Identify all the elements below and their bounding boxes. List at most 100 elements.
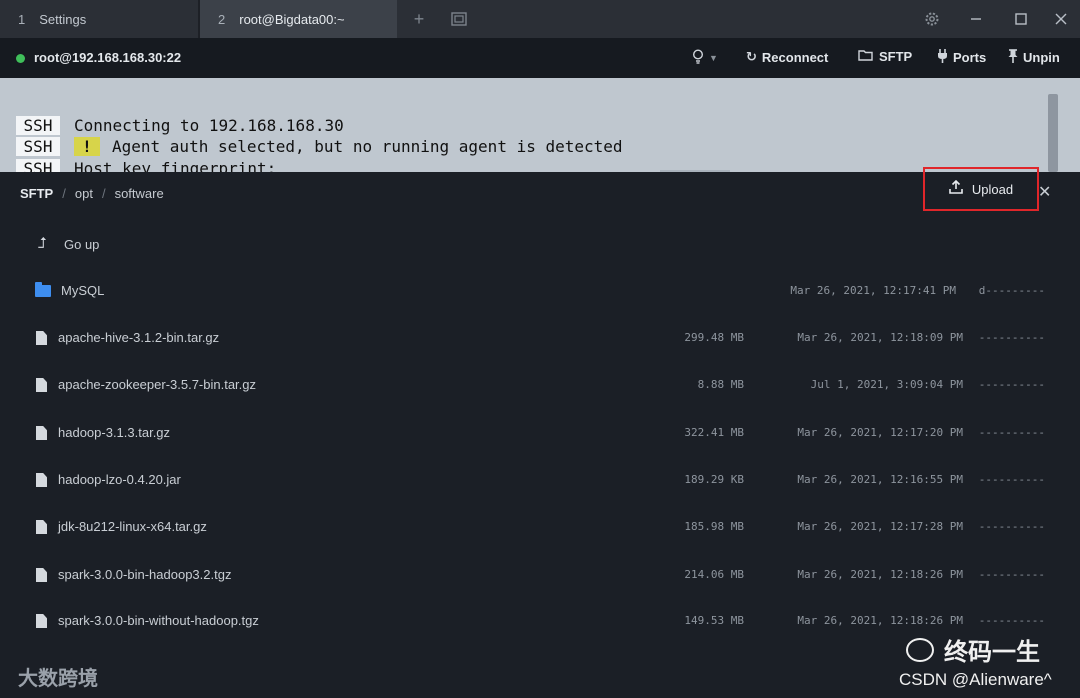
entry-permissions: ---------- [978, 378, 1045, 391]
terminal-output[interactable]: SSH Connecting to 192.168.168.30 SSH! Agen… [0, 78, 1080, 172]
entry-permissions: ---------- [978, 520, 1045, 533]
terminal-line: SSH Host key fingerprint: [16, 159, 276, 172]
pin-icon [1008, 49, 1018, 66]
sftp-panel: SFTP / opt / software Upload ✕ ⮥ Go up M… [0, 167, 1080, 698]
reconnect-label: Reconnect [761, 49, 829, 65]
window-icon[interactable] [446, 0, 472, 38]
file-icon [36, 426, 47, 440]
upload-icon [949, 179, 963, 198]
terminal-line: SSH! Agent auth selected, but no running … [16, 137, 623, 156]
ports-label: Ports [953, 50, 987, 65]
entry-name: apache-hive-3.1.2-bin.tar.gz [58, 330, 220, 345]
entry-date: Mar 26, 2021, 12:17:28 PM [797, 520, 963, 533]
session-toolbar: root@192.168.168.30:22 ▼ ↻ Reconnect SFT… [0, 38, 1080, 78]
terminal-line-text: Agent auth selected, but no running agen… [112, 137, 623, 156]
watermark-left: 大数跨境 [18, 668, 98, 690]
list-item[interactable]: MySQL Mar 26, 2021, 12:17:41 PM d-------… [0, 269, 1080, 315]
terminal-line-text: Connecting to 192.168.168.30 [74, 116, 344, 135]
sftp-button[interactable]: SFTP [858, 49, 912, 64]
breadcrumb-item[interactable]: opt [75, 186, 93, 201]
gear-icon[interactable] [917, 0, 947, 38]
ssh-tag: SSH [16, 137, 60, 156]
close-sftp-icon[interactable]: ✕ [1038, 182, 1051, 202]
terminal-line: SSH Connecting to 192.168.168.30 [16, 116, 344, 135]
file-icon [36, 614, 47, 628]
maximize-icon[interactable] [1006, 0, 1036, 38]
entry-permissions: ---------- [978, 568, 1045, 581]
watermark-csdn: CSDN @Alienware^ [899, 670, 1052, 689]
tab-number: 1 [18, 11, 26, 27]
ssh-tag: SSH [16, 159, 60, 172]
entry-name: jdk-8u212-linux-x64.tar.gz [58, 519, 207, 534]
entry-size: 214.06 MB [684, 568, 744, 581]
file-icon [36, 331, 47, 345]
list-item[interactable]: apache-zookeeper-3.5.7-bin.tar.gz 8.88 M… [0, 363, 1080, 409]
tab-number: 2 [218, 11, 226, 27]
breadcrumb-separator: / [62, 186, 66, 201]
entry-permissions: d--------- [978, 284, 1045, 297]
tab-bar: 1 Settings 2 root@Bigdata00:~ + [0, 0, 1080, 38]
entry-size: 299.48 MB [684, 331, 744, 344]
arrow-up-icon: ⮥ [38, 235, 47, 252]
file-icon [36, 568, 47, 582]
lightbulb-icon [692, 49, 704, 67]
entry-size: 149.53 MB [684, 614, 744, 627]
breadcrumb-root[interactable]: SFTP [20, 186, 53, 201]
entry-date: Mar 26, 2021, 12:17:41 PM [790, 284, 956, 297]
plus-icon[interactable]: + [406, 0, 432, 38]
chevron-down-icon: ▼ [709, 53, 718, 63]
breadcrumb-separator: / [101, 186, 106, 201]
breadcrumb: SFTP / opt / software [20, 186, 164, 201]
entry-date: Mar 26, 2021, 12:18:26 PM [797, 568, 963, 581]
unpin-label: Unpin [1023, 50, 1060, 65]
entry-date: Mar 26, 2021, 12:18:26 PM [797, 614, 963, 627]
file-icon [36, 378, 47, 392]
go-up-label: Go up [64, 237, 100, 252]
list-item[interactable]: apache-hive-3.1.2-bin.tar.gz 299.48 MB M… [0, 316, 1080, 362]
entry-date: Mar 26, 2021, 12:17:20 PM [797, 426, 963, 439]
entry-permissions: ---------- [978, 331, 1045, 344]
go-up-button[interactable]: ⮥ Go up [0, 226, 400, 262]
close-icon[interactable] [1046, 0, 1076, 38]
entry-name: hadoop-3.1.3.tar.gz [58, 425, 171, 440]
list-item[interactable]: jdk-8u212-linux-x64.tar.gz 185.98 MB Mar… [0, 505, 1080, 551]
entry-name: spark-3.0.0-bin-hadoop3.2.tgz [58, 567, 232, 582]
wechat-icon [906, 637, 934, 662]
reconnect-button[interactable]: ↻ Reconnect [746, 49, 828, 65]
upload-label: Upload [971, 181, 1014, 197]
tab-ssh-session[interactable]: 2 root@Bigdata00:~ [200, 0, 397, 38]
list-item[interactable]: hadoop-lzo-0.4.20.jar 189.29 KB Mar 26, … [0, 458, 1080, 504]
entry-name: hadoop-lzo-0.4.20.jar [58, 472, 181, 487]
profile-dropdown[interactable]: ▼ [692, 49, 718, 67]
tab-label: Settings [39, 11, 87, 27]
ports-button[interactable]: Ports [937, 49, 986, 66]
entry-date: Mar 26, 2021, 12:16:55 PM [797, 473, 963, 486]
terminal-line-text: Host key fingerprint: [74, 159, 277, 172]
tab-label: root@Bigdata00:~ [239, 11, 345, 27]
unpin-button[interactable]: Unpin [1008, 49, 1060, 66]
ssh-tag: SSH [16, 116, 60, 135]
entry-name: MySQL [61, 283, 105, 298]
warning-badge: ! [74, 137, 100, 156]
sftp-label: SFTP [879, 49, 913, 64]
minimize-icon[interactable] [961, 0, 991, 38]
upload-button[interactable]: Upload [923, 167, 1039, 211]
list-item[interactable]: spark-3.0.0-bin-hadoop3.2.tgz 214.06 MB … [0, 553, 1080, 599]
entry-size: 322.41 MB [684, 426, 744, 439]
session-host: root@192.168.168.30:22 [34, 50, 182, 65]
list-item[interactable]: hadoop-3.1.3.tar.gz 322.41 MB Mar 26, 20… [0, 411, 1080, 457]
terminal-scrollbar[interactable] [1048, 94, 1058, 172]
entry-name: apache-zookeeper-3.5.7-bin.tar.gz [58, 377, 257, 392]
entry-size: 8.88 MB [697, 378, 744, 391]
folder-icon [35, 282, 51, 297]
entry-name: spark-3.0.0-bin-without-hadoop.tgz [58, 613, 259, 628]
file-icon [36, 520, 47, 534]
breadcrumb-item[interactable]: software [115, 186, 164, 201]
entry-date: Mar 26, 2021, 12:18:09 PM [797, 331, 963, 344]
entry-size: 185.98 MB [684, 520, 744, 533]
entry-permissions: ---------- [978, 426, 1045, 439]
entry-permissions: ---------- [978, 614, 1045, 627]
entry-permissions: ---------- [978, 473, 1045, 486]
tab-settings[interactable]: 1 Settings [0, 0, 198, 38]
file-icon [36, 473, 47, 487]
